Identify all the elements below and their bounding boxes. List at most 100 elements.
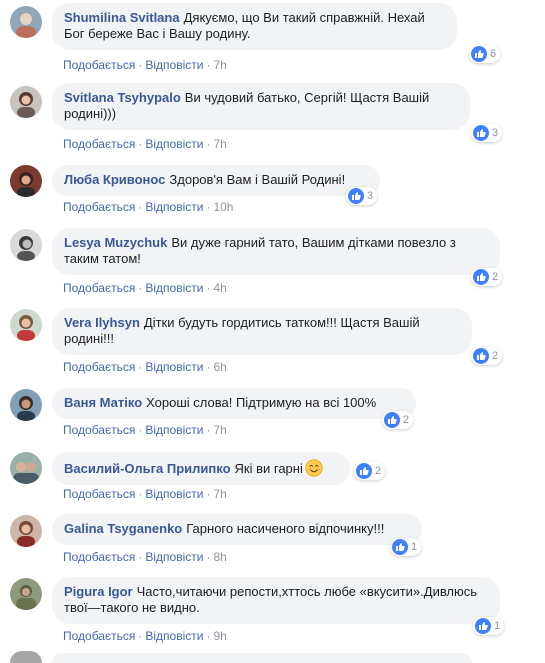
reaction-count[interactable]: 6 <box>469 45 501 63</box>
separator: · <box>138 629 143 643</box>
comment-time[interactable]: 10h <box>213 200 233 214</box>
reaction-count[interactable]: 2 <box>471 347 503 365</box>
comment-time[interactable]: 4h <box>213 281 226 295</box>
separator: · <box>206 487 211 501</box>
separator: · <box>138 550 143 564</box>
separator: · <box>206 360 211 374</box>
reply-link[interactable]: Відповісти <box>145 423 203 437</box>
like-link[interactable]: Подобається <box>63 629 135 643</box>
like-link[interactable]: Подобається <box>63 200 135 214</box>
reply-link[interactable]: Відповісти <box>145 629 203 643</box>
separator: · <box>206 200 211 214</box>
separator: · <box>206 58 211 72</box>
reply-link[interactable]: Відповісти <box>145 487 203 501</box>
comment-author[interactable]: Pigura Igor <box>64 584 133 599</box>
reaction-number: 2 <box>492 271 499 283</box>
comment-author[interactable]: Люба Кривонос <box>64 172 165 187</box>
comment-time[interactable]: 7h <box>213 423 226 437</box>
comment-actions: Подобається · Відповісти · 9h <box>63 629 227 643</box>
reaction-number: 2 <box>403 414 410 426</box>
reaction-number: 3 <box>492 127 499 139</box>
comment-author[interactable]: Shumilina Svitlana <box>64 10 180 25</box>
like-icon <box>471 46 487 62</box>
reply-link[interactable]: Відповісти <box>145 281 203 295</box>
comment-actions: Подобається · Відповісти · 7h <box>63 487 227 501</box>
reaction-number: 3 <box>367 190 374 202</box>
comment-author[interactable]: Lesya Muzychuk <box>64 235 167 250</box>
reply-link[interactable]: Відповісти <box>145 58 203 72</box>
separator: · <box>138 58 143 72</box>
reaction-number: 2 <box>492 350 499 362</box>
comment-bubble: Shumilina Svitlana Дякуємо, що Ви такий с… <box>52 3 457 50</box>
comment-author[interactable]: Василий-Ольга Прилипко <box>64 461 231 476</box>
avatar[interactable] <box>10 578 42 610</box>
reaction-count[interactable]: 2 <box>382 411 414 429</box>
comment-time[interactable]: 6h <box>213 360 226 374</box>
separator: · <box>138 200 143 214</box>
reaction-count[interactable]: 2 <box>354 462 386 480</box>
avatar[interactable] <box>10 86 42 118</box>
reaction-count[interactable]: 3 <box>346 187 378 205</box>
comment-actions: Подобається · Відповісти · 7h <box>63 423 227 437</box>
reply-link[interactable]: Відповісти <box>145 360 203 374</box>
avatar[interactable] <box>10 515 42 547</box>
separator: · <box>206 281 211 295</box>
separator: · <box>138 281 143 295</box>
comment-bubble: Galina Tsyganenko Гарного насиченого відп… <box>52 514 422 545</box>
like-icon <box>392 539 408 555</box>
comment-author[interactable]: Ваня Матіко <box>64 395 142 410</box>
avatar[interactable] <box>10 309 42 341</box>
comment-bubble: Люба Кривонос Здоров'я Вам і Вашій Родині… <box>52 165 380 196</box>
avatar[interactable] <box>10 452 42 484</box>
comment-time[interactable]: 9h <box>213 629 226 643</box>
avatar[interactable] <box>10 389 42 421</box>
reaction-count[interactable]: 2 <box>471 268 503 286</box>
reply-link[interactable]: Відповісти <box>145 550 203 564</box>
comment-text: Які ви гарні <box>234 461 303 476</box>
comment-text: Хороші слова! Підтримую на всі 100% <box>146 395 377 410</box>
like-icon <box>348 188 364 204</box>
separator: · <box>206 550 211 564</box>
reaction-count[interactable]: 1 <box>390 538 422 556</box>
comment-actions: Подобається · Відповісти · 7h <box>63 58 227 72</box>
comment-time[interactable]: 7h <box>213 137 226 151</box>
avatar[interactable] <box>10 651 42 663</box>
comment-bubble <box>52 653 472 663</box>
like-link[interactable]: Подобається <box>63 487 135 501</box>
comment-text: Здоров'я Вам і Вашій Родині! <box>169 172 346 187</box>
comment-author[interactable]: Svitlana Tsyhypalo <box>64 90 181 105</box>
avatar[interactable] <box>10 165 42 197</box>
like-icon <box>473 125 489 141</box>
avatar[interactable] <box>10 229 42 261</box>
like-link[interactable]: Подобається <box>63 423 135 437</box>
comment-author[interactable]: Galina Tsyganenko <box>64 521 182 536</box>
reply-link[interactable]: Відповісти <box>145 137 203 151</box>
smiling-face-emoji <box>305 459 323 477</box>
avatar[interactable] <box>10 6 42 38</box>
reaction-number: 1 <box>494 620 501 632</box>
comment-actions: Подобається · Відповісти · 7h <box>63 137 227 151</box>
reaction-count[interactable]: 3 <box>471 124 503 142</box>
like-link[interactable]: Подобається <box>63 281 135 295</box>
separator: · <box>138 423 143 437</box>
reply-link[interactable]: Відповісти <box>145 200 203 214</box>
comment-bubble: Svitlana Tsyhypalo Ви чудовий батько, Сер… <box>52 83 470 130</box>
comment-actions: Подобається · Відповісти · 4h <box>63 281 227 295</box>
reaction-number: 2 <box>375 465 382 477</box>
comment-bubble: Ваня Матіко Хороші слова! Підтримую на вс… <box>52 388 416 419</box>
separator: · <box>138 137 143 151</box>
comment-text: Гарного насиченого відпочинку!!! <box>186 521 385 536</box>
like-icon <box>473 348 489 364</box>
like-icon <box>384 412 400 428</box>
comment-time[interactable]: 7h <box>213 487 226 501</box>
like-link[interactable]: Подобається <box>63 58 135 72</box>
comment-time[interactable]: 7h <box>213 58 226 72</box>
separator: · <box>206 629 211 643</box>
separator: · <box>138 360 143 374</box>
reaction-count[interactable]: 1 <box>473 617 505 635</box>
comment-time[interactable]: 8h <box>213 550 226 564</box>
like-link[interactable]: Подобається <box>63 360 135 374</box>
like-link[interactable]: Подобається <box>63 137 135 151</box>
like-link[interactable]: Подобається <box>63 550 135 564</box>
comment-author[interactable]: Vera Ilyhsyn <box>64 315 140 330</box>
